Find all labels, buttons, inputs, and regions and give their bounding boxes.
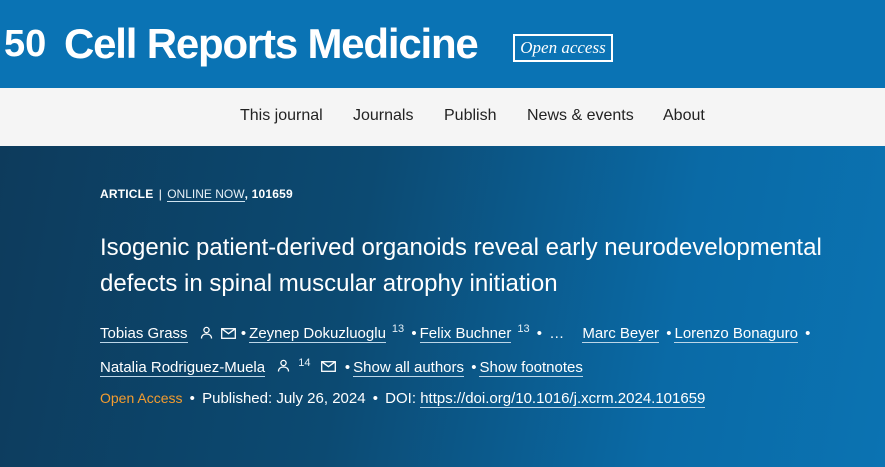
article-type: ARTICLE	[100, 187, 154, 201]
article-kicker: ARTICLE | ONLINE NOW, 101659	[100, 187, 293, 202]
author-link[interactable]: Zeynep Dokuzluoglu	[249, 325, 386, 343]
published-date: Published: July 26, 2024	[202, 390, 366, 407]
bullet: •	[666, 325, 672, 342]
show-footnotes-link[interactable]: Show footnotes	[479, 358, 583, 377]
bullet: •	[344, 358, 351, 376]
bullet: •	[471, 358, 477, 376]
bullet: •	[189, 390, 195, 407]
nav-journals[interactable]: Journals	[353, 88, 413, 146]
open-access-label: Open Access	[100, 390, 183, 406]
email-icon[interactable]	[220, 320, 236, 349]
article-meta: Open Access • Published: July 26, 2024 •…	[100, 386, 706, 411]
nav-this-journal[interactable]: This journal	[240, 88, 323, 146]
article-number: , 101659	[244, 187, 293, 201]
show-all-authors-link[interactable]: Show all authors	[353, 358, 465, 377]
nav-publish[interactable]: Publish	[444, 88, 496, 146]
bullet: •	[536, 325, 543, 342]
article-title: Isogenic patient-derived organoids revea…	[100, 234, 822, 297]
author-link[interactable]: Felix Buchner	[419, 325, 512, 343]
author-link[interactable]: Lorenzo Bonaguro	[674, 325, 798, 343]
journal-name[interactable]: Cell Reports Medicine	[64, 20, 479, 68]
bullet: •	[411, 325, 417, 342]
doi-label: DOI:	[385, 390, 417, 407]
bullet: •	[240, 325, 247, 342]
person-icon[interactable]	[277, 353, 290, 382]
author-link[interactable]: Marc Beyer	[582, 325, 660, 343]
main-nav: This journal Journals Publish News & eve…	[0, 88, 885, 146]
author-list: Tobias Grass • Zeynep Dokuzluoglu 13 • Feli…	[100, 315, 870, 382]
author-ellipsis: …	[549, 325, 565, 342]
anniversary-50-logo[interactable]: 50	[4, 22, 56, 62]
author-link[interactable]: Tobias Grass	[100, 325, 188, 343]
bullet: •	[805, 325, 811, 342]
doi-link[interactable]: https://doi.org/10.1016/j.xcrm.2024.1016…	[420, 390, 706, 408]
author-link[interactable]: Natalia Rodriguez-Muela	[100, 358, 266, 377]
site-header: 50 Cell Reports Medicine Open access	[0, 0, 885, 88]
kicker-separator: |	[158, 187, 162, 201]
online-now-link[interactable]: ONLINE NOW	[167, 187, 245, 202]
open-access-badge: Open access	[513, 34, 613, 62]
affiliation-sup[interactable]: 13	[517, 323, 529, 335]
logo-number: 50	[4, 23, 46, 62]
affiliation-sup[interactable]: 13	[392, 323, 404, 335]
email-icon[interactable]	[320, 353, 336, 382]
nav-news-events[interactable]: News & events	[527, 88, 634, 146]
bullet: •	[372, 390, 378, 407]
person-icon[interactable]	[200, 320, 213, 349]
nav-about[interactable]: About	[663, 88, 705, 146]
affiliation-sup[interactable]: 14	[298, 357, 310, 369]
